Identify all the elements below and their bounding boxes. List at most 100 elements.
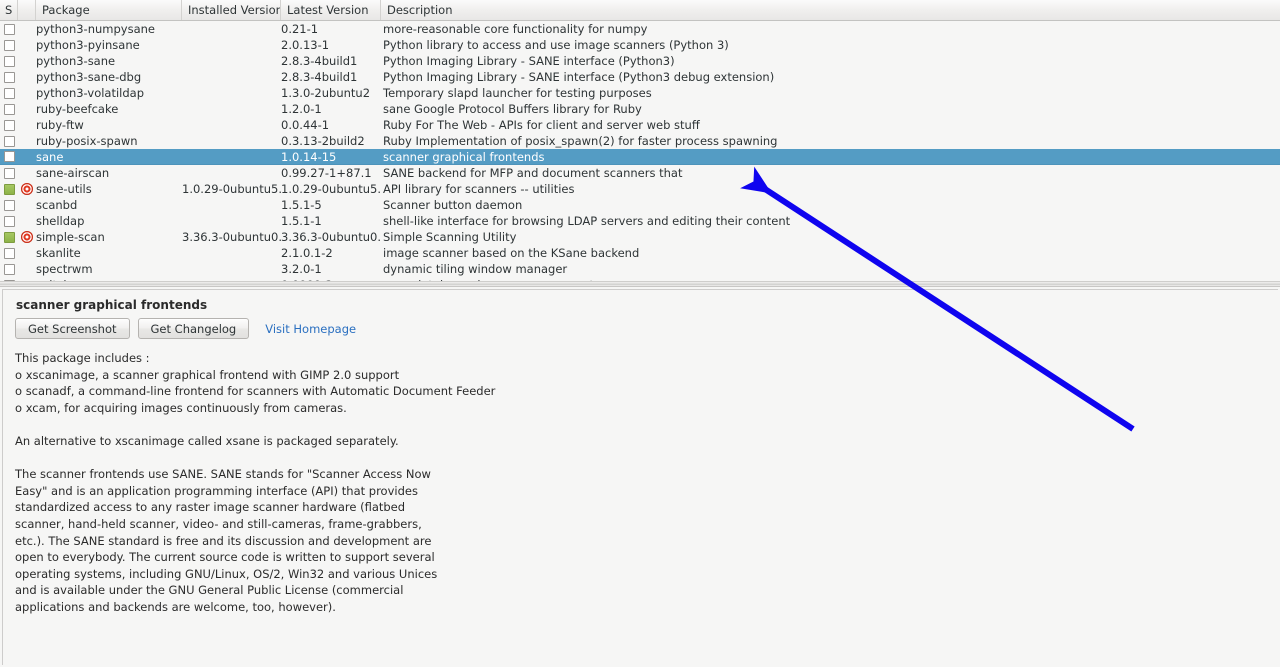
cell-package-name: python3-pyinsane: [36, 38, 140, 52]
table-row[interactable]: scanbd 1.5.1-5 Scanner button daemon: [0, 197, 1280, 213]
table-row[interactable]: python3-numpysane 0.21-1 more-reasonable c…: [0, 21, 1280, 37]
unchecked-checkbox-icon: [3, 71, 15, 83]
description-line: open to everybody. The current source co…: [15, 550, 435, 565]
cell-latest-version: 2.8.3-4build1: [281, 70, 358, 84]
cell-package-name: ruby-ftw: [36, 118, 84, 132]
table-row[interactable]: ruby-posix-spawn 0.3.13-2build2 Ruby Imple…: [0, 133, 1280, 149]
table-row[interactable]: ruby-ftw 0.0.44-1 Ruby For The Web - APIs …: [0, 117, 1280, 133]
cell-description: Ruby For The Web - APIs for client and s…: [383, 118, 700, 132]
cell-latest-version: 1.3.0-2ubuntu2: [281, 86, 371, 100]
description-line: standardized access to any raster image …: [15, 500, 406, 515]
description-line: This package includes :: [15, 351, 150, 365]
package-checkbox[interactable]: [0, 103, 18, 115]
cell-description: image scanner based on the KSane backend: [383, 246, 640, 260]
package-checkbox[interactable]: [0, 263, 18, 275]
description-line: o scanadf, a command-line frontend for s…: [15, 384, 496, 399]
package-checkbox[interactable]: [0, 183, 18, 195]
package-checkbox[interactable]: [0, 39, 18, 51]
cell-package-name: python3-numpysane: [36, 22, 155, 36]
table-row[interactable]: sane-utils 1.0.29-0ubuntu5.2 1.0.29-0ubunt…: [0, 181, 1280, 197]
table-row[interactable]: sane 1.0.14-15 scanner graphical frontends: [0, 149, 1280, 165]
installed-checkbox-icon: [3, 231, 15, 243]
description-blank-line: [15, 450, 1278, 467]
unchecked-checkbox-icon: [3, 215, 15, 227]
cell-description: API library for scanners -- utilities: [383, 182, 575, 196]
cell-description: dynamic tiling window manager: [383, 262, 568, 276]
cell-package-name: shelldap: [36, 214, 85, 228]
table-row[interactable]: ruby-beefcake 1.2.0-1 sane Google Protocol…: [0, 101, 1280, 117]
column-header-mark[interactable]: [18, 0, 36, 20]
description-line: scanner, hand-held scanner, video- and s…: [15, 516, 422, 531]
package-checkbox[interactable]: [0, 55, 18, 67]
package-checkbox[interactable]: [0, 247, 18, 259]
visit-homepage-link[interactable]: Visit Homepage: [265, 322, 356, 336]
column-header-latest-version[interactable]: Latest Version: [281, 0, 381, 20]
installed-checkbox-icon: [3, 183, 15, 195]
column-header-installed-version[interactable]: Installed Version: [182, 0, 281, 20]
table-row[interactable]: sane-airscan 0.99.27-1+87.1 SANE backend f…: [0, 165, 1280, 181]
table-row[interactable]: spectrwm 3.2.0-1 dynamic tiling window man…: [0, 261, 1280, 277]
cell-latest-version: 1.5.1-5: [281, 198, 322, 212]
unchecked-checkbox-icon: [3, 167, 15, 179]
description-blank-line: [15, 416, 1278, 433]
package-checkbox[interactable]: [0, 231, 18, 243]
cell-latest-version: 1.2.0-1: [281, 102, 322, 116]
get-changelog-button[interactable]: Get Changelog: [137, 318, 250, 339]
package-checkbox[interactable]: [0, 119, 18, 131]
unchecked-checkbox-icon: [3, 55, 15, 67]
cell-latest-version: 1.0.14-15: [281, 149, 337, 164]
table-row[interactable]: shelldap 1.5.1-1 shell-like interface for …: [0, 213, 1280, 229]
unchecked-checkbox-icon: [3, 103, 15, 115]
cell-description: Python library to access and use image s…: [383, 38, 729, 52]
cell-description: SANE backend for MFP and document scanne…: [383, 166, 683, 180]
package-rows-container[interactable]: python3-numpysane 0.21-1 more-reasonable c…: [0, 21, 1280, 286]
cell-package-name: python3-sane-dbg: [36, 70, 142, 84]
package-status-marker: [18, 183, 36, 195]
description-line: o xcam, for acquiring images continuousl…: [15, 400, 347, 415]
unchecked-checkbox-icon: [3, 39, 15, 51]
package-checkbox[interactable]: [0, 135, 18, 147]
cell-latest-version: 3.36.3-0ubuntu0.20.: [281, 230, 381, 244]
package-checkbox[interactable]: [0, 199, 18, 211]
package-checkbox[interactable]: [0, 167, 18, 179]
cell-latest-version: 1.0.29-0ubuntu5.2: [281, 182, 381, 196]
table-row[interactable]: python3-volatildap 1.3.0-2ubuntu2 Temporar…: [0, 85, 1280, 101]
package-checkbox[interactable]: [0, 215, 18, 227]
cell-description: Temporary slapd launcher for testing pur…: [383, 86, 652, 100]
package-checkbox[interactable]: [0, 71, 18, 83]
cell-latest-version: 3.2.0-1: [281, 262, 322, 276]
cell-latest-version: 0.21-1: [281, 22, 319, 36]
package-detail-pane: scanner graphical frontends Get Screensh…: [2, 289, 1278, 665]
package-checkbox[interactable]: [0, 23, 18, 35]
cell-description: Simple Scanning Utility: [383, 230, 517, 244]
pane-splitter[interactable]: [0, 281, 1280, 287]
cell-package-name: sane: [36, 149, 64, 164]
package-list-pane: S Package Installed Version Latest Versi…: [0, 0, 1280, 286]
package-checkbox[interactable]: [0, 87, 18, 99]
description-line: o xscanimage, a scanner graphical fronte…: [15, 367, 400, 382]
column-header-status[interactable]: S: [0, 0, 18, 20]
cell-description: more-reasonable core functionality for n…: [383, 22, 648, 36]
cell-latest-version: 0.99.27-1+87.1: [281, 166, 372, 180]
unchecked-checkbox-icon: [3, 135, 15, 147]
unchecked-checkbox-icon: [3, 199, 15, 211]
package-description-text: This package includes : o xscanimage, a …: [15, 350, 1278, 616]
table-row[interactable]: python3-sane 2.8.3-4build1 Python Imaging …: [0, 53, 1280, 69]
description-line: and is available under the GNU General P…: [15, 583, 404, 598]
column-header-description[interactable]: Description: [381, 0, 1280, 20]
cell-package-name: skanlite: [36, 246, 81, 260]
get-screenshot-button[interactable]: Get Screenshot: [15, 318, 130, 339]
table-row[interactable]: skanlite 2.1.0.1-2 image scanner based on …: [0, 245, 1280, 261]
cell-description: scanner graphical frontends: [383, 149, 545, 164]
package-checkbox[interactable]: [0, 151, 18, 162]
cell-package-name: sane-utils: [36, 182, 92, 196]
table-row[interactable]: python3-pyinsane 2.0.13-1 Python library t…: [0, 37, 1280, 53]
description-line: Easy" and is an application programming …: [15, 483, 418, 498]
table-row[interactable]: python3-sane-dbg 2.8.3-4build1 Python Imag…: [0, 69, 1280, 85]
upgrade-available-icon: [21, 183, 33, 195]
synaptic-package-manager-window: S Package Installed Version Latest Versi…: [0, 0, 1280, 667]
cell-description: sane Google Protocol Buffers library for…: [383, 102, 642, 116]
cell-latest-version: 2.0.13-1: [281, 38, 330, 52]
table-row[interactable]: simple-scan 3.36.3-0ubuntu0.20.3.36.3-0ub…: [0, 229, 1280, 245]
column-header-package[interactable]: Package: [36, 0, 182, 20]
